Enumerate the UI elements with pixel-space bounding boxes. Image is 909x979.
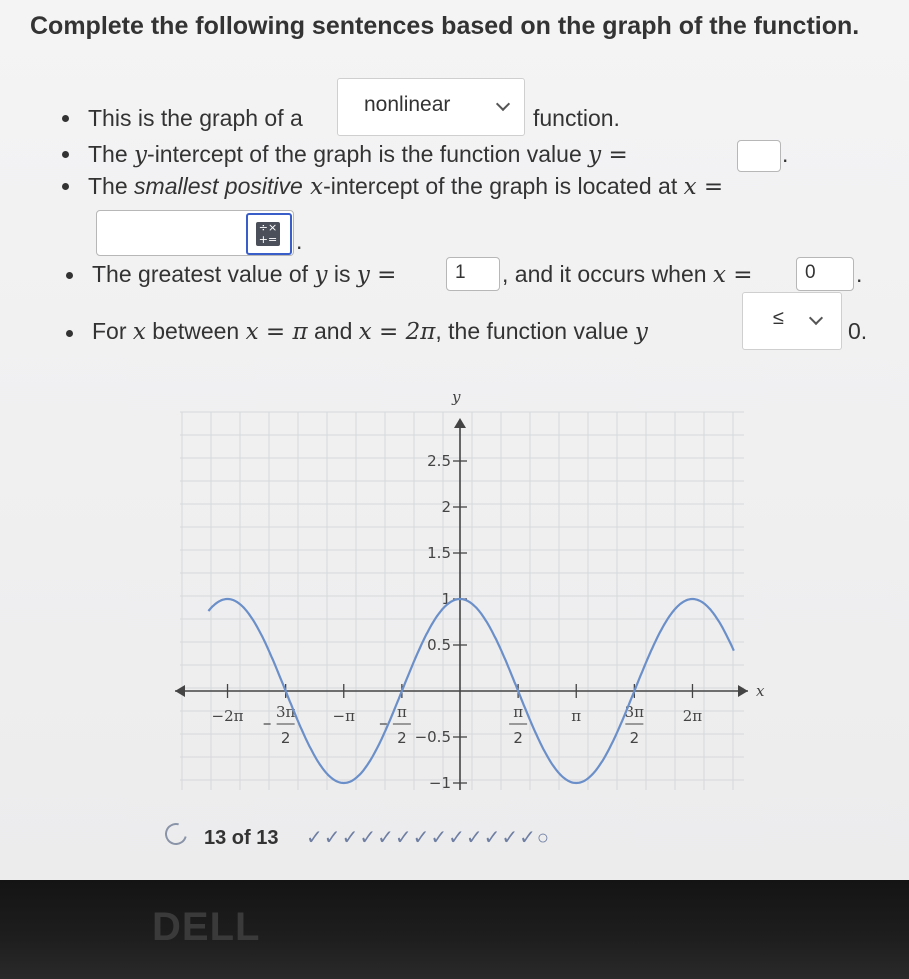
math-keypad-button[interactable]: ÷× += xyxy=(246,213,292,255)
graph-grid xyxy=(180,411,744,790)
x-axis-left-arrow xyxy=(175,685,185,697)
y-axis-label: y xyxy=(451,388,461,406)
sentence-4b: , and it occurs when x = xyxy=(502,261,753,288)
monitor-bezel xyxy=(0,880,909,979)
chevron-down-icon xyxy=(808,310,824,326)
max-location-input[interactable]: 0 xyxy=(796,257,854,291)
sentence-1-post: function. xyxy=(533,105,620,131)
y-tick-label: 2 xyxy=(441,498,451,516)
y-tick-label: 1.5 xyxy=(427,544,451,562)
sentence-4-post: . xyxy=(856,261,863,287)
y-axis-arrow xyxy=(454,418,466,428)
max-location-text: 0 xyxy=(805,262,816,283)
bullet xyxy=(66,272,73,279)
x-tick-label: π xyxy=(571,707,581,725)
sentence-4a: The greatest value of y is y = xyxy=(92,261,397,288)
x-tick-label: 2π xyxy=(683,707,703,725)
math-keypad-icon: ÷× += xyxy=(256,222,280,246)
function-type-value: nonlinear xyxy=(364,93,451,116)
y-tick-label: 0.5 xyxy=(427,636,451,654)
chevron-down-icon xyxy=(495,96,511,112)
brand-logo: DELL xyxy=(152,905,261,949)
function-type-dropdown[interactable]: nonlinear xyxy=(337,78,525,136)
progress-checks: ✓✓✓✓✓✓✓✓✓✓✓✓✓○ xyxy=(306,827,550,849)
sentence-1-pre: This is the graph of a xyxy=(88,105,303,131)
question-title: Complete the following sentences based o… xyxy=(30,12,860,40)
progress-count: 13 of 13 xyxy=(204,827,279,849)
max-value-input[interactable]: 1 xyxy=(446,257,500,291)
x-axis-label: x xyxy=(756,682,765,700)
y-intercept-input[interactable] xyxy=(737,140,781,172)
y-tick-label: −1 xyxy=(429,774,451,792)
function-graph: y x −2π 3π2−π π2π2π 3π22π2.521.510.5−0.5−1 xyxy=(175,388,765,792)
x-tick-label: 2 xyxy=(397,729,407,747)
bullet xyxy=(62,183,69,190)
question-panel: Complete the following sentences based o… xyxy=(0,0,909,880)
sentence-2-post: . xyxy=(782,141,789,167)
y-tick-label: 2.5 xyxy=(427,452,451,470)
comparison-dropdown[interactable]: ≤ xyxy=(742,292,842,350)
x-tick-label: π xyxy=(397,703,407,721)
x-tick-label: 2 xyxy=(513,729,523,747)
bullet xyxy=(62,151,69,158)
progress-indicator: 13 of 13 ✓✓✓✓✓✓✓✓✓✓✓✓✓○ xyxy=(168,825,550,850)
bullet xyxy=(66,330,73,337)
x-tick-label: −2π xyxy=(212,707,244,725)
sentence-3-post: . xyxy=(296,228,303,254)
sentence-5: For x between x = π and x = 2π, the func… xyxy=(92,318,648,345)
sentence-5-post: 0. xyxy=(848,318,868,344)
x-tick-label: −π xyxy=(333,707,356,725)
x-tick-label: π xyxy=(513,703,523,721)
sentence-2: The y-intercept of the graph is the func… xyxy=(88,141,628,168)
graph-ticks: −2π 3π2−π π2π2π 3π22π2.521.510.5−0.5−1 xyxy=(212,452,703,792)
x-axis-right-arrow xyxy=(738,685,748,697)
comparison-value: ≤ xyxy=(773,307,784,329)
bullet xyxy=(62,115,69,122)
sentence-3: The smallest positive x-intercept of the… xyxy=(88,173,724,200)
max-value-text: 1 xyxy=(455,262,466,283)
y-tick-label: −0.5 xyxy=(415,728,451,746)
x-tick-label: 2 xyxy=(281,729,291,747)
x-tick-label: 2 xyxy=(630,729,640,747)
graph-axes: y x xyxy=(175,388,765,790)
